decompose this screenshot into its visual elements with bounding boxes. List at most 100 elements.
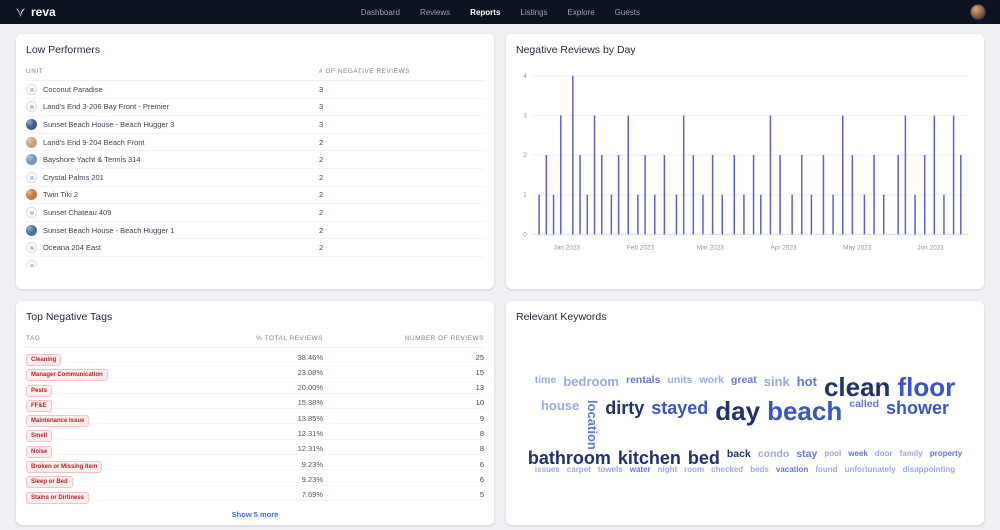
tag-percent: 9.23%	[301, 459, 323, 469]
unit-row[interactable]: Land's End 9-204 Beach Front 2	[26, 134, 484, 152]
unit-negative-count: 2	[319, 243, 324, 253]
keyword-units: units	[667, 374, 693, 387]
nav-link-explore[interactable]: Explore	[568, 8, 595, 17]
unit-negative-count: 2	[319, 207, 324, 217]
negative-reviews-card: Negative Reviews by Day 0 1 2 3 4 Jan 2023 Feb…	[506, 34, 984, 289]
relevant-keywords-card: Relevant Keywords time bedroom rentals unit…	[506, 301, 984, 525]
unit-row[interactable]: Twin Tiki 2 2	[26, 187, 484, 205]
keyword-water: water	[629, 465, 651, 475]
unit-negative-count: 2	[319, 190, 324, 200]
unit-negative-count: 3	[319, 102, 324, 112]
tag-row[interactable]: Stains or Dirtiness 7.69% 5	[26, 486, 484, 504]
col-tag: Tag	[26, 335, 41, 342]
unit-row[interactable]: Bayshore Yacht & Tennis 314 2	[26, 151, 484, 169]
nav-link-listings[interactable]: Listings	[520, 8, 547, 17]
unit-avatar	[26, 259, 37, 267]
low-performers-card: Low Performers Unit # of Negative Review…	[16, 34, 494, 289]
keyword-room: room	[684, 465, 705, 475]
tag-row[interactable]: Broken or Missing Item 9.23% 6	[26, 455, 484, 474]
tag-count: 6	[479, 459, 484, 469]
col-negative-reviews: # of Negative Reviews	[319, 68, 410, 75]
tag-percent: 12.31%	[297, 444, 323, 454]
keyword-stay: stay	[796, 447, 818, 460]
col-unit: Unit	[26, 68, 44, 75]
unit-cell	[26, 259, 319, 267]
unit-negative-count: 3	[319, 84, 324, 94]
tag-row[interactable]: FF&E 15.38% 10	[26, 394, 484, 412]
tag-count: 6	[479, 474, 484, 484]
nav-link-guests[interactable]: Guests	[615, 8, 640, 17]
unit-row[interactable]: Coconut Paradise 3	[26, 81, 484, 99]
tag-percent: 23.08%	[297, 367, 323, 377]
svg-text:1: 1	[523, 192, 527, 199]
unit-avatar	[26, 206, 37, 218]
unit-cell: Coconut Paradise	[26, 83, 319, 95]
tag-row[interactable]: Pests 20.00% 13	[26, 379, 484, 397]
unit-name: Oceana 204 East	[43, 243, 101, 253]
unit-cell: Crystal Palms 201	[26, 171, 319, 183]
unit-row[interactable]: Sunset Beach House - Beach Hugger 1 2	[26, 222, 484, 240]
unit-cell: Sunset Chateau 409	[26, 206, 319, 218]
unit-name: Sunset Beach House - Beach Hugger 1	[43, 225, 175, 235]
keyword-shower: shower	[886, 398, 950, 419]
tag-percent: 15.38%	[297, 398, 323, 408]
tag-count: 10	[475, 398, 484, 408]
tag-row[interactable]: Manager Communication 23.08% 15	[26, 363, 484, 382]
unit-cell: Bayshore Yacht & Tennis 314	[26, 154, 319, 166]
top-negative-tags-title: Top Negative Tags	[26, 311, 113, 323]
keyword-night: night	[657, 465, 678, 475]
keyword-week: week	[848, 448, 868, 458]
unit-avatar	[26, 242, 37, 254]
unit-row[interactable]	[26, 257, 484, 267]
unit-cell: Sunset Beach House - Beach Hugger 3	[26, 118, 319, 130]
unit-negative-count: 2	[319, 137, 324, 147]
tag-percent: 13.85%	[297, 413, 323, 423]
keyword-pool: pool	[824, 448, 842, 458]
keyword-bedroom: bedroom	[563, 374, 619, 390]
unit-avatar	[26, 171, 37, 183]
brand[interactable]: reva	[14, 5, 56, 19]
unit-row[interactable]: Land's End 3-206 Bay Front - Premier 3	[26, 99, 484, 117]
keyword-door: door	[874, 448, 893, 458]
tag-row[interactable]: Noise 12.31% 8	[26, 440, 484, 458]
unit-name: Sunset Beach House - Beach Hugger 3	[43, 119, 175, 129]
user-avatar[interactable]	[970, 4, 986, 20]
keyword-bed: bed	[687, 447, 720, 468]
keyword-house: house	[540, 398, 580, 414]
negative-reviews-bar-chart: 0 1 2 3 4 Jan 2023 Feb 2023 Mar 2023 Apr 2023 May…	[516, 65, 974, 270]
svg-text:3: 3	[523, 112, 527, 119]
tag-row[interactable]: Maintenance Issue 13.85% 9	[26, 409, 484, 428]
nav-link-dashboard[interactable]: Dashboard	[361, 8, 400, 17]
keyword-carpet: carpet	[566, 465, 591, 475]
unit-row[interactable]: Sunset Chateau 409 2	[26, 204, 484, 222]
tag-row[interactable]: Sleep or Bed 9.23% 6	[26, 470, 484, 489]
show-more-button[interactable]: Show 5 more	[26, 509, 484, 520]
keyword-back: back	[726, 447, 751, 460]
unit-cell: Twin Tiki 2	[26, 189, 319, 201]
unit-row[interactable]: Oceana 204 East 2	[26, 239, 484, 257]
keyword-called: called	[849, 398, 880, 411]
unit-row[interactable]: Crystal Palms 201 2	[26, 169, 484, 187]
tag-row[interactable]: Cleaning 38.46% 25	[26, 348, 484, 366]
nav-link-reviews[interactable]: Reviews	[420, 8, 450, 17]
keyword-vacation: vacation	[775, 465, 809, 475]
keyword-day: day	[715, 396, 761, 427]
nav-link-reports[interactable]: Reports	[470, 8, 500, 17]
unit-cell: Oceana 204 East	[26, 242, 319, 254]
keyword-stayed: stayed	[651, 398, 709, 419]
unit-cell: Sunset Beach House - Beach Hugger 1	[26, 224, 319, 236]
unit-name: Crystal Palms 201	[43, 172, 104, 182]
dashboard-main: Low Performers Unit # of Negative Review…	[0, 24, 1000, 525]
tag-cell: Stains or Dirtiness	[26, 486, 176, 504]
keyword-unfortunately: unfortunately	[844, 465, 896, 475]
tags-header: Tag % Total Reviews Number of Reviews	[26, 332, 484, 348]
keyword-beach: beach	[767, 396, 843, 427]
low-performers-title: Low Performers	[26, 44, 101, 56]
keyword-condo: condo	[757, 447, 790, 460]
keyword-disappointing: disappointing	[902, 465, 956, 475]
keyword-dirty: dirty	[605, 398, 645, 419]
tags-rows: Cleaning 38.46% 25 Manager Communication 23.…	[26, 348, 484, 504]
tag-percent: 38.46%	[297, 352, 323, 362]
tag-row[interactable]: Smell 12.31% 8	[26, 424, 484, 443]
unit-row[interactable]: Sunset Beach House - Beach Hugger 3 3	[26, 116, 484, 134]
